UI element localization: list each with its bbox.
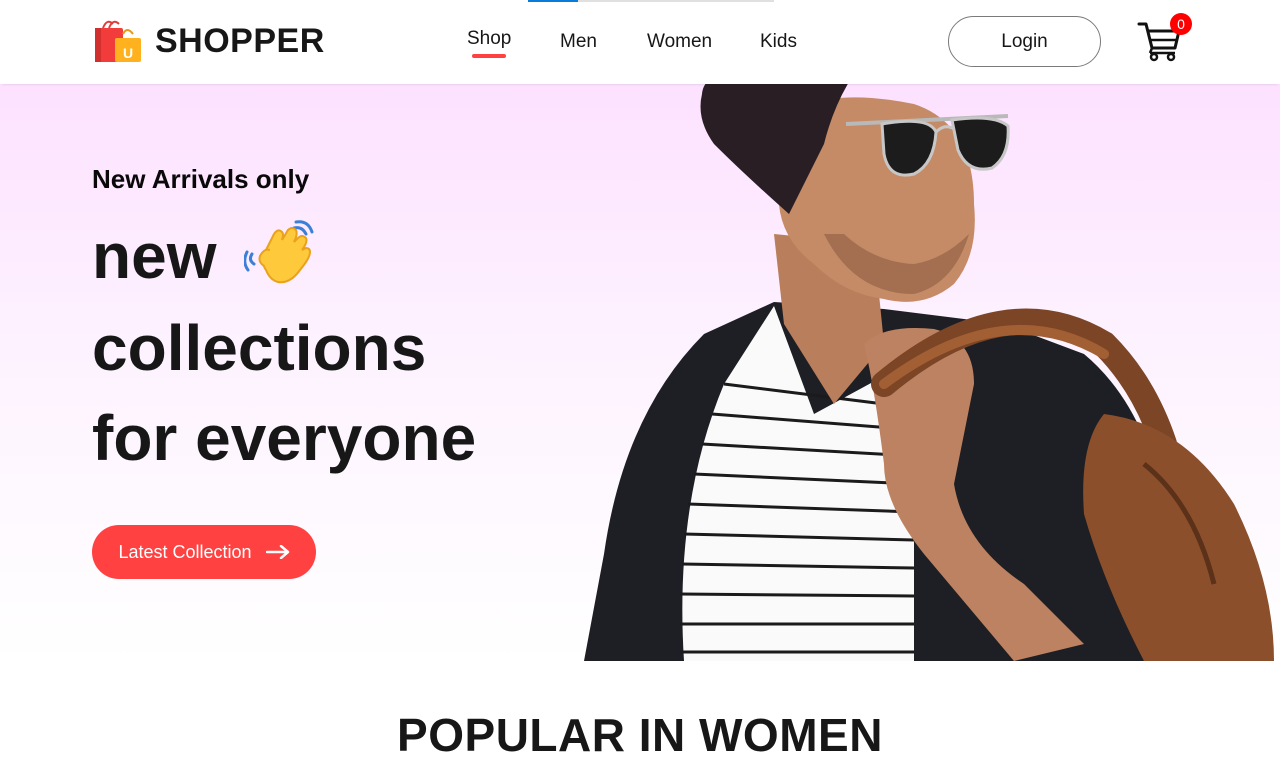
latest-collection-label: Latest Collection — [118, 541, 252, 562]
active-nav-underline — [472, 54, 507, 58]
hero-section: New Arrivals only new collections for ev… — [0, 84, 1280, 661]
nav-item-men[interactable]: Men — [560, 31, 597, 53]
waving-hand-icon — [244, 220, 314, 284]
hero-headline-line-1: new — [92, 220, 217, 292]
nav-item-kids[interactable]: Kids — [760, 31, 797, 53]
cart-count-badge: 0 — [1170, 13, 1192, 35]
nav-item-label: Women — [647, 31, 713, 52]
hero-headline-line-3: for everyone — [92, 402, 477, 474]
nav-item-shop[interactable]: Shop — [467, 28, 511, 58]
nav-item-label: Shop — [467, 28, 512, 49]
hero-headline-line-2: collections — [92, 312, 427, 384]
hero-text: New Arrivals only new collections for ev… — [92, 84, 612, 661]
hero-model-photo — [584, 84, 1274, 661]
nav-item-label: Men — [560, 31, 597, 52]
hero-eyebrow: New Arrivals only — [92, 164, 310, 194]
popular-section-title: POPULAR IN WOMEN — [397, 709, 883, 761]
navbar: U SHOPPER Shop Men Women Kids Login 0 — [0, 0, 1280, 84]
arrow-right-icon — [265, 545, 289, 559]
login-button[interactable]: Login — [948, 16, 1101, 67]
nav-item-label: Kids — [760, 31, 797, 52]
top-scroll-indicator — [528, 0, 774, 2]
latest-collection-button[interactable]: Latest Collection — [92, 525, 316, 579]
nav-item-women[interactable]: Women — [647, 31, 712, 53]
